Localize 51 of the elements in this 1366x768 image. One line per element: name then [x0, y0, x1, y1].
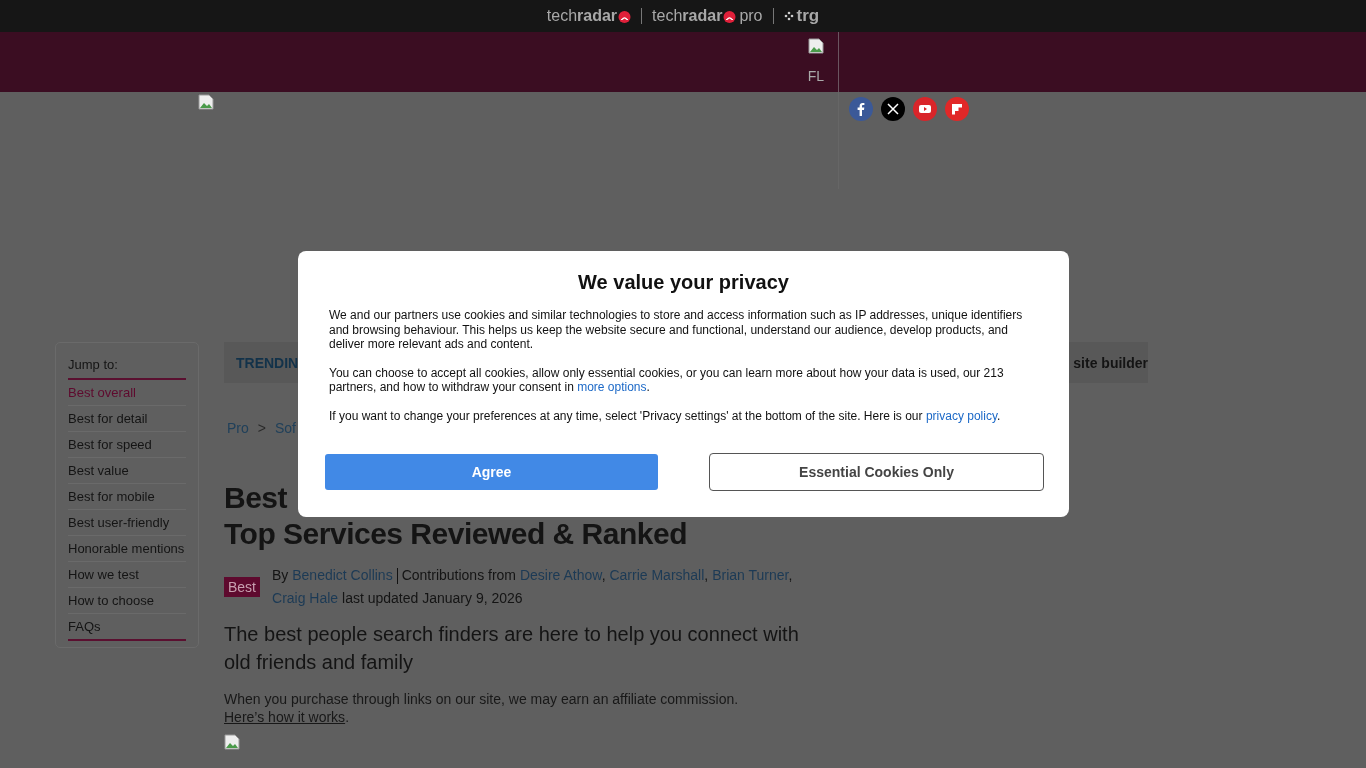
image-alt-text: FL — [807, 68, 824, 84]
broken-image-icon — [224, 734, 240, 750]
brand-logo[interactable]: techradar — [546, 7, 632, 25]
category-badge: Best — [224, 577, 260, 597]
jump-link[interactable]: Best for mobile — [68, 484, 186, 510]
article-title: Best — [224, 480, 288, 516]
author-link[interactable]: Craig Hale — [272, 590, 339, 606]
dialog-text: We and our partners use cookies and similar technologies to store and access information such as IP addresses, unique identifiers and browsing behaviour. This helps us keep the website secure and functional, understand our audience, develop products, and deliver more relevant ads and content. — [329, 308, 1024, 352]
byline: By Benedict Collins Contributions from Desire Athow, Carrie Marshall, Brian Turner, Craig Hale last updated January 9, 2026 — [272, 566, 794, 608]
brand-suffix: pro — [739, 7, 763, 25]
author-link[interactable]: Benedict Collins — [292, 567, 393, 583]
brand-name: trg — [796, 6, 820, 26]
brand-logo[interactable]: trg — [783, 6, 820, 26]
author-link[interactable]: Desire Athow — [519, 567, 602, 583]
jump-link[interactable]: Honorable mentions — [68, 536, 186, 562]
broken-image-icon — [807, 38, 824, 54]
author-link[interactable]: Brian Turner — [712, 567, 789, 583]
signal-icon — [723, 9, 737, 23]
essential-cookies-button[interactable]: Essential Cookies Only — [709, 453, 1044, 491]
dialog-text: You can choose to accept all cookies, allow only essential cookies, or you can learn more about how your data is used, our 213 partners, and how to withdraw your consent in more options. — [329, 365, 1005, 395]
jump-to-heading: Jump to: — [68, 353, 186, 380]
jump-link[interactable]: Best user-friendly — [68, 510, 186, 536]
breadcrumb-link[interactable]: Pro — [227, 420, 249, 436]
article-standfirst: The best people search finders are here to help you connect with old friends and family — [224, 622, 800, 675]
trending-link[interactable]: site builder — [1073, 354, 1148, 371]
brand-logo[interactable]: techradar pro — [652, 7, 763, 25]
breadcrumb-separator: > — [257, 420, 266, 436]
facebook-icon[interactable] — [849, 97, 873, 121]
jump-link[interactable]: Best for speed — [68, 432, 186, 458]
jump-link[interactable]: How to choose — [68, 588, 186, 614]
dialog-title: We value your privacy — [577, 271, 790, 294]
trending-label: TRENDIN — [236, 354, 299, 371]
youtube-icon[interactable] — [913, 97, 937, 121]
brand-name: techradar — [546, 7, 618, 25]
jump-link[interactable]: How we test — [68, 562, 186, 588]
dialog-text: If you want to change your preferences at any time, select 'Privacy settings' at the bottom of the site. Here is our privacy policy. — [329, 408, 1002, 423]
article-title: Top Services Reviewed & Ranked — [224, 516, 687, 552]
jump-link[interactable]: Best overall — [68, 380, 186, 406]
dialog-link[interactable]: more options — [577, 380, 647, 394]
jump-link[interactable]: Best for detail — [68, 406, 186, 432]
broken-image-icon — [198, 94, 214, 110]
signal-icon — [618, 9, 632, 23]
jump-link[interactable]: FAQs — [68, 614, 186, 641]
x-icon[interactable] — [881, 97, 905, 121]
dots-icon — [783, 11, 794, 21]
jump-link[interactable]: Best value — [68, 458, 186, 484]
agree-button[interactable]: Agree — [325, 454, 658, 490]
breadcrumb-link[interactable]: Sof — [275, 420, 296, 436]
brand-name: techradar — [652, 7, 723, 25]
flipboard-icon[interactable] — [945, 97, 969, 121]
affiliate-disclaimer: When you purchase through links on our site, we may earn an affiliate commission. Here’s how it works. — [224, 690, 740, 726]
